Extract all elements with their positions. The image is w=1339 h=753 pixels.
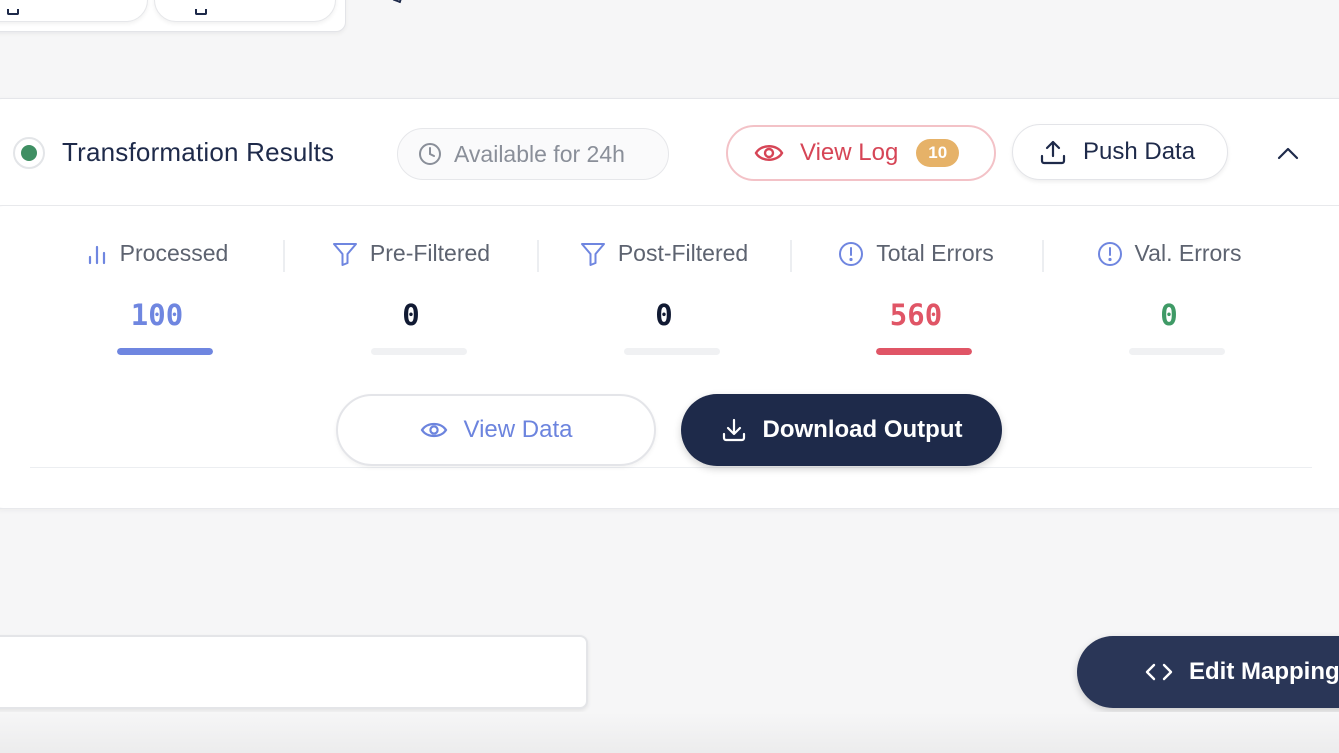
transformation-results-card: Transformation Results Available for 24h… xyxy=(0,98,1339,509)
toolbar-icon xyxy=(195,9,207,15)
download-icon xyxy=(721,417,747,443)
toolbar-icon xyxy=(7,9,19,15)
edit-mapping-label: Edit Mapping xyxy=(1189,658,1339,685)
download-output-button[interactable]: Download Output xyxy=(681,394,1002,466)
download-output-label: Download Output xyxy=(762,416,963,443)
toolbar-button-1[interactable] xyxy=(0,0,148,22)
results-actions: View Data Download Output xyxy=(0,99,1339,507)
view-data-label: View Data xyxy=(463,416,573,443)
view-data-button[interactable]: View Data xyxy=(336,394,656,466)
bottom-input-field[interactable] xyxy=(0,635,588,709)
app-stage: Transformation Results Available for 24h… xyxy=(0,0,1339,753)
edit-mapping-button[interactable]: Edit Mapping xyxy=(1077,636,1339,708)
eye-icon xyxy=(420,420,448,440)
bottom-fade xyxy=(0,712,1339,753)
toolbar-button-2[interactable] xyxy=(154,0,336,22)
code-icon xyxy=(1145,662,1173,682)
chevron-icon xyxy=(392,0,404,4)
